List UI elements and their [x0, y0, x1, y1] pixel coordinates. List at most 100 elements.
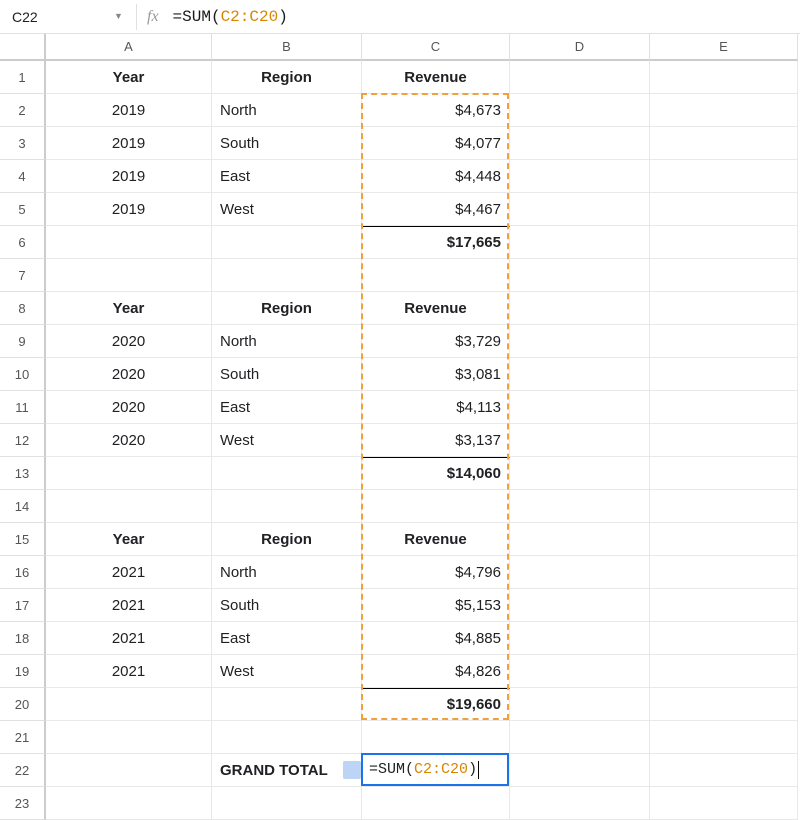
- row-header-3[interactable]: 3: [0, 127, 46, 160]
- cell-B4[interactable]: East: [212, 160, 362, 193]
- cell-D22[interactable]: [510, 754, 650, 787]
- cell-D12[interactable]: [510, 424, 650, 457]
- cell-A23[interactable]: [46, 787, 212, 820]
- cell-A20[interactable]: [46, 688, 212, 721]
- cell-D8[interactable]: [510, 292, 650, 325]
- cell-B11[interactable]: East: [212, 391, 362, 424]
- cell-A3[interactable]: 2019: [46, 127, 212, 160]
- cell-D14[interactable]: [510, 490, 650, 523]
- row-header-5[interactable]: 5: [0, 193, 46, 226]
- formula-input[interactable]: =SUM(C2:C20): [173, 8, 794, 26]
- cell-A8[interactable]: Year: [46, 292, 212, 325]
- cell-C3[interactable]: $4,077: [362, 127, 510, 160]
- cell-B2[interactable]: North: [212, 94, 362, 127]
- cell-A22[interactable]: [46, 754, 212, 787]
- cell-A10[interactable]: 2020: [46, 358, 212, 391]
- cell-E20[interactable]: [650, 688, 798, 721]
- cell-B9[interactable]: North: [212, 325, 362, 358]
- cell-C16[interactable]: $4,796: [362, 556, 510, 589]
- cell-C21[interactable]: [362, 721, 510, 754]
- cell-C23[interactable]: [362, 787, 510, 820]
- cell-E18[interactable]: [650, 622, 798, 655]
- cell-E12[interactable]: [650, 424, 798, 457]
- cell-B18[interactable]: East: [212, 622, 362, 655]
- cell-C12[interactable]: $3,137: [362, 424, 510, 457]
- cell-E17[interactable]: [650, 589, 798, 622]
- cell-A1[interactable]: Year: [46, 61, 212, 94]
- cell-D21[interactable]: [510, 721, 650, 754]
- cell-E16[interactable]: [650, 556, 798, 589]
- row-header-7[interactable]: 7: [0, 259, 46, 292]
- cell-D10[interactable]: [510, 358, 650, 391]
- cell-E2[interactable]: [650, 94, 798, 127]
- row-header-17[interactable]: 17: [0, 589, 46, 622]
- row-header-18[interactable]: 18: [0, 622, 46, 655]
- cell-E4[interactable]: [650, 160, 798, 193]
- column-header-C[interactable]: C: [362, 34, 510, 61]
- spreadsheet-grid[interactable]: A B C D E 1YearRegionRevenue22019North$4…: [0, 34, 800, 820]
- row-header-23[interactable]: 23: [0, 787, 46, 820]
- row-header-22[interactable]: 22: [0, 754, 46, 787]
- cell-B6[interactable]: [212, 226, 362, 259]
- cell-D18[interactable]: [510, 622, 650, 655]
- cell-D4[interactable]: [510, 160, 650, 193]
- row-header-11[interactable]: 11: [0, 391, 46, 424]
- formula-help-icon[interactable]: [343, 761, 361, 779]
- cell-A17[interactable]: 2021: [46, 589, 212, 622]
- cell-E14[interactable]: [650, 490, 798, 523]
- cell-D6[interactable]: [510, 226, 650, 259]
- cell-C18[interactable]: $4,885: [362, 622, 510, 655]
- cell-A2[interactable]: 2019: [46, 94, 212, 127]
- cell-C17[interactable]: $5,153: [362, 589, 510, 622]
- cell-C10[interactable]: $3,081: [362, 358, 510, 391]
- row-header-13[interactable]: 13: [0, 457, 46, 490]
- cell-D16[interactable]: [510, 556, 650, 589]
- row-header-2[interactable]: 2: [0, 94, 46, 127]
- cell-E8[interactable]: [650, 292, 798, 325]
- cell-B14[interactable]: [212, 490, 362, 523]
- row-header-15[interactable]: 15: [0, 523, 46, 556]
- cell-C5[interactable]: $4,467: [362, 193, 510, 226]
- cell-E1[interactable]: [650, 61, 798, 94]
- row-header-12[interactable]: 12: [0, 424, 46, 457]
- row-header-1[interactable]: 1: [0, 61, 46, 94]
- cell-C9[interactable]: $3,729: [362, 325, 510, 358]
- cell-B5[interactable]: West: [212, 193, 362, 226]
- cell-C7[interactable]: [362, 259, 510, 292]
- cell-D23[interactable]: [510, 787, 650, 820]
- cell-D9[interactable]: [510, 325, 650, 358]
- cell-E23[interactable]: [650, 787, 798, 820]
- cell-A5[interactable]: 2019: [46, 193, 212, 226]
- cell-A6[interactable]: [46, 226, 212, 259]
- cell-C22[interactable]: [362, 754, 510, 787]
- cell-D19[interactable]: [510, 655, 650, 688]
- cell-A15[interactable]: Year: [46, 523, 212, 556]
- cell-A4[interactable]: 2019: [46, 160, 212, 193]
- cell-C2[interactable]: $4,673: [362, 94, 510, 127]
- name-box-dropdown-icon[interactable]: ▼: [114, 14, 122, 19]
- cell-A9[interactable]: 2020: [46, 325, 212, 358]
- cell-B22[interactable]: GRAND TOTAL: [212, 754, 362, 787]
- cell-C11[interactable]: $4,113: [362, 391, 510, 424]
- cell-E21[interactable]: [650, 721, 798, 754]
- cell-C6[interactable]: $17,665: [362, 226, 510, 259]
- column-header-D[interactable]: D: [510, 34, 650, 61]
- row-header-8[interactable]: 8: [0, 292, 46, 325]
- cell-B3[interactable]: South: [212, 127, 362, 160]
- cell-D5[interactable]: [510, 193, 650, 226]
- cell-B13[interactable]: [212, 457, 362, 490]
- row-header-16[interactable]: 16: [0, 556, 46, 589]
- cell-B1[interactable]: Region: [212, 61, 362, 94]
- name-box[interactable]: [6, 4, 114, 30]
- row-header-19[interactable]: 19: [0, 655, 46, 688]
- row-header-20[interactable]: 20: [0, 688, 46, 721]
- cell-E15[interactable]: [650, 523, 798, 556]
- cell-E9[interactable]: [650, 325, 798, 358]
- cell-D17[interactable]: [510, 589, 650, 622]
- cell-B21[interactable]: [212, 721, 362, 754]
- row-header-6[interactable]: 6: [0, 226, 46, 259]
- cell-D7[interactable]: [510, 259, 650, 292]
- cell-B8[interactable]: Region: [212, 292, 362, 325]
- cell-E22[interactable]: [650, 754, 798, 787]
- cell-E10[interactable]: [650, 358, 798, 391]
